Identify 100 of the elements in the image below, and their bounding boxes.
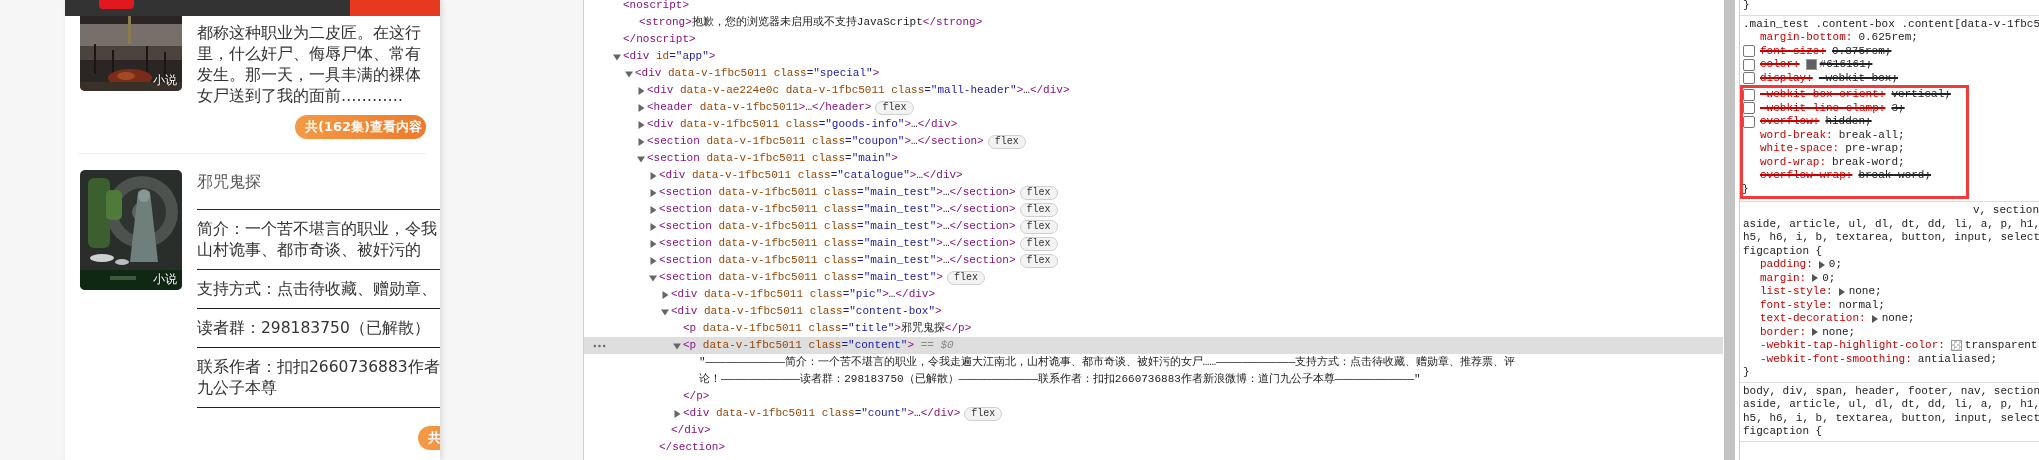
expand-arrow-icon[interactable] — [649, 171, 657, 180]
expand-arrow-icon[interactable] — [673, 409, 681, 418]
css-property-name[interactable]: -webkit-font-smoothing: — [1760, 352, 1912, 366]
flex-badge[interactable]: flex — [946, 270, 985, 285]
expand-arrow-icon[interactable] — [649, 205, 657, 214]
book-title[interactable]: 邪咒鬼探 — [197, 171, 440, 192]
css-property-value[interactable]: antialiased; — [1917, 352, 1998, 366]
css-property-name[interactable]: font-style: — [1760, 298, 1833, 312]
expand-arrow-icon[interactable] — [1812, 328, 1819, 337]
dom-tree-row[interactable]: <div data-v-1fbc5011 class="count">…</div> flex — [584, 405, 1723, 422]
css-property-value[interactable]: break-word; — [1832, 155, 1905, 169]
expand-arrow-icon[interactable] — [649, 222, 657, 231]
dom-tree-row[interactable]: <div data-v-1fbc5011 class="special"> — [584, 65, 1723, 82]
css-property-name[interactable]: text-decoration: — [1760, 312, 1866, 326]
css-property-name[interactable]: margin: — [1760, 271, 1807, 285]
dom-node-text: <p data-v-1fbc5011 class="title">邪咒鬼探</p> — [683, 321, 972, 336]
dom-tree-row[interactable]: <section data-v-1fbc5011 class="main_test">…</section> flex — [584, 252, 1723, 269]
dom-tree-row[interactable]: 论！————————————读者群：298183750（已解散）————————————联系作者：扣扣2660736883作者新浪微博：道门九公子本尊————————————" — [584, 371, 1723, 388]
flex-badge[interactable]: flex — [1019, 253, 1058, 268]
css-property-value[interactable]: 0; — [1822, 271, 1836, 285]
book-cover[interactable]: 小说 — [80, 16, 182, 91]
css-property-name[interactable]: overflow-wrap: — [1760, 169, 1853, 183]
css-selector: figcaption { — [1743, 244, 1824, 258]
css-property-name[interactable]: list-style: — [1760, 285, 1833, 299]
expand-arrow-icon[interactable] — [637, 86, 645, 95]
flex-badge[interactable]: flex — [964, 406, 1003, 421]
expand-arrow-icon[interactable] — [1838, 287, 1845, 296]
expand-arrow-icon[interactable] — [637, 154, 645, 163]
dom-node-text: <div data-v-1fbc5011 class="special"> — [635, 66, 880, 81]
css-property-value[interactable]: normal; — [1838, 298, 1885, 312]
dom-tree-row[interactable]: <section data-v-1fbc5011 class="main_test">…</section> flex — [584, 235, 1723, 252]
dom-tree-row[interactable]: <div data-v-1fbc5011 class="content-box"> — [584, 303, 1723, 320]
expand-arrow-icon[interactable] — [673, 341, 681, 350]
dom-tree-row[interactable]: <section data-v-1fbc5011 class="main_test">…</section> flex — [584, 218, 1723, 235]
css-property-value[interactable]: transparent — [1964, 339, 2038, 353]
css-property-name[interactable]: padding: — [1760, 258, 1813, 272]
css-selector: figcaption { — [1743, 425, 1824, 439]
flex-badge[interactable]: flex — [1019, 236, 1058, 251]
css-property-value[interactable]: none; — [1848, 285, 1882, 299]
dom-tree-row[interactable]: </div> — [584, 422, 1723, 439]
css-property-name[interactable]: word-break: — [1760, 128, 1833, 142]
css-property-name[interactable]: word-wrap: — [1760, 155, 1826, 169]
dom-tree-row[interactable]: <header data-v-1fbc5011>…</header> flex — [584, 99, 1723, 116]
css-property-value[interactable]: 0; — [1828, 258, 1842, 272]
flex-badge[interactable]: flex — [875, 100, 914, 115]
expand-arrow-icon[interactable] — [613, 52, 621, 61]
dom-tree-row[interactable]: </p> — [584, 388, 1723, 405]
css-selector: aside, article, ul, dl, dt, dd, li, a, p, h1, — [1743, 217, 2039, 231]
dom-tree-row[interactable]: <div data-v-ae224e0c data-v-1fbc5011 class="mall-header">…</div> — [584, 82, 1723, 99]
book-cover[interactable]: 小说 — [80, 170, 182, 290]
dom-tree-row[interactable]: <section data-v-1fbc5011 class="main_test"> flex — [584, 269, 1723, 286]
flex-badge[interactable]: flex — [1019, 202, 1058, 217]
css-property-value[interactable]: none; — [1881, 312, 1915, 326]
css-property-value[interactable]: break-word; — [1858, 169, 1932, 183]
flex-badge[interactable]: flex — [1019, 219, 1058, 234]
dom-tree-row[interactable]: <div data-v-1fbc5011 class="catalogue">…</div> — [584, 167, 1723, 184]
dom-tree-row[interactable]: <strong>抱歉，您的浏览器未启用或不支持JavaScript</strong> — [584, 14, 1723, 31]
dom-tree-row[interactable]: <div id="app"> — [584, 48, 1723, 65]
dom-tree-row[interactable]: <noscript> — [584, 0, 1723, 14]
expand-arrow-icon[interactable] — [649, 239, 657, 248]
expand-arrow-icon[interactable] — [637, 103, 645, 112]
dom-tree-row[interactable]: </section> — [584, 439, 1723, 456]
expand-arrow-icon[interactable] — [637, 120, 645, 129]
expand-arrow-icon[interactable] — [1871, 314, 1878, 323]
content-section: 简介：一个苦不堪言的职业，令我 山村诡事、都市奇谈、被奸污的 — [197, 209, 440, 270]
category-label: 小说 — [153, 273, 177, 286]
dom-tree-row[interactable]: <p data-v-1fbc5011 class="title">邪咒鬼探</p> — [584, 320, 1723, 337]
dom-tree-row[interactable]: "————————————简介：一个苦不堪言的职业，令我走遍大江南北，山村诡事、都市奇谈、被奸污的女尸……————————————支持方式：点击待收藏、赠勋章、推荐票、评 — [584, 354, 1723, 371]
expand-arrow-icon[interactable] — [661, 290, 669, 299]
dom-node-text: <div data-v-1fbc5011 class="count">…</div> — [683, 406, 961, 421]
dom-tree-row[interactable]: <div data-v-1fbc5011 class="goods-info">…</div> — [584, 116, 1723, 133]
dom-tree-row[interactable]: <section data-v-1fbc5011 class="coupon">…</section> flex — [584, 133, 1723, 150]
css-property-name[interactable]: border: — [1760, 325, 1807, 339]
css-property-value[interactable]: none; — [1822, 325, 1856, 339]
flex-badge[interactable]: flex — [1019, 185, 1058, 200]
dom-tree-row[interactable]: </noscript> — [584, 31, 1723, 48]
color-swatch[interactable] — [1950, 340, 1962, 352]
flex-badge[interactable]: flex — [987, 134, 1026, 149]
dom-tree-row[interactable]: <p data-v-1fbc5011 class="content"> == $0 — [584, 337, 1723, 354]
expand-arrow-icon[interactable] — [625, 69, 633, 78]
expand-arrow-icon[interactable] — [649, 273, 657, 282]
dom-tree-row[interactable]: <div data-v-1fbc5011 class="pic">…</div> — [584, 286, 1723, 303]
css-property-value[interactable]: 0.625rem; — [1858, 31, 1918, 45]
css-property-value[interactable]: pre-wrap; — [1845, 142, 1905, 156]
expand-arrow-icon[interactable] — [637, 137, 645, 146]
css-property-value[interactable]: break-all; — [1838, 128, 1905, 142]
dom-tree-row[interactable]: <section data-v-1fbc5011 class="main"> — [584, 150, 1723, 167]
more-icon[interactable] — [593, 344, 606, 348]
expand-arrow-icon[interactable] — [661, 307, 669, 316]
css-property-name[interactable]: margin-bottom: — [1760, 31, 1853, 45]
expand-arrow-icon[interactable] — [649, 188, 657, 197]
content-section: 读者群：298183750（已解散） — [197, 309, 440, 348]
dom-node-text: 论！————————————读者群：298183750（已解散）————————————联系作者：扣扣2660736883作者新浪微博：道门九公子本尊————————————" — [699, 372, 1421, 387]
css-property-name[interactable]: -webkit-tap-highlight-color: — [1760, 339, 1945, 353]
scrollbar-thumb[interactable] — [1724, 0, 1735, 460]
dom-node-text: <p data-v-1fbc5011 class="content"> == $0 — [683, 338, 954, 353]
css-property-name[interactable]: white-space: — [1760, 142, 1840, 156]
expand-arrow-icon[interactable] — [649, 256, 657, 265]
dom-tree-row[interactable]: <section data-v-1fbc5011 class="main_test">…</section> flex — [584, 201, 1723, 218]
dom-tree-row[interactable]: <section data-v-1fbc5011 class="main_test">…</section> flex — [584, 184, 1723, 201]
